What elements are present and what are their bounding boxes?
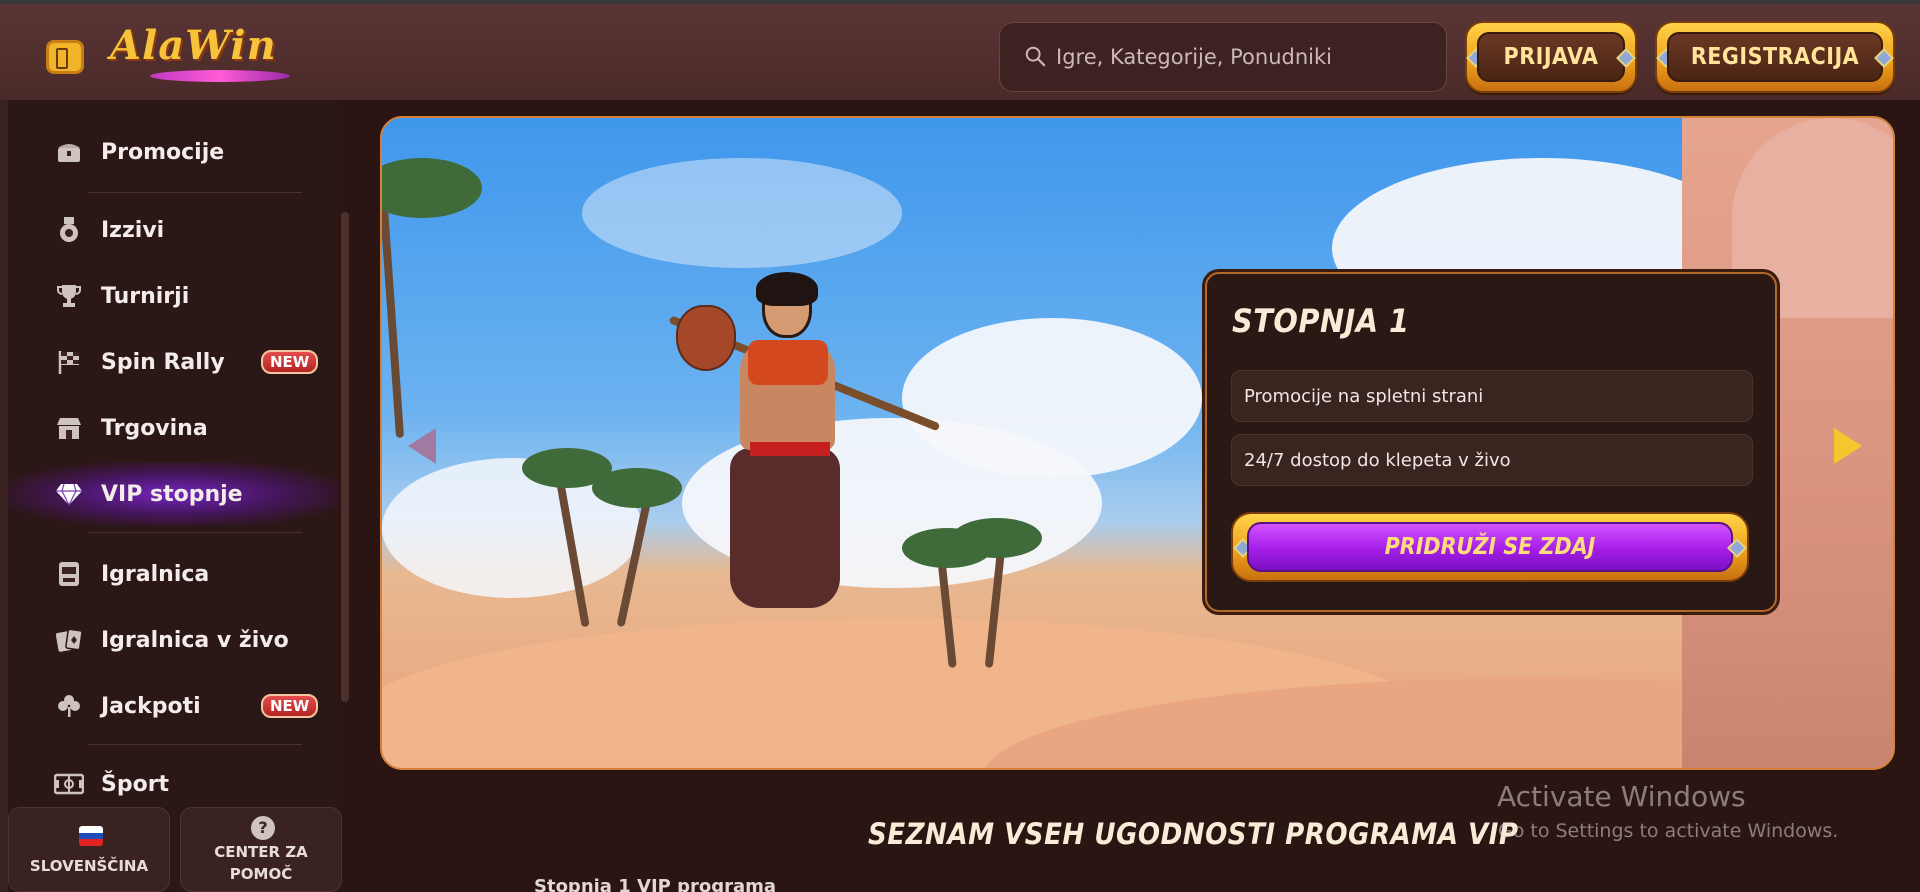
- divider: [88, 744, 302, 745]
- carousel-next-arrow-icon[interactable]: [1834, 428, 1862, 464]
- search-box[interactable]: [999, 22, 1447, 92]
- sidebar-item-shop[interactable]: Trgovina: [18, 400, 338, 456]
- racing-flag-icon: [54, 347, 84, 377]
- cards-icon: [54, 625, 84, 655]
- language-selector[interactable]: SLOVENŠČINA: [8, 807, 170, 892]
- search-input[interactable]: [1056, 23, 1436, 91]
- sidebar-item-label: Igralnica: [101, 561, 210, 587]
- sidebar-item-challenges[interactable]: Izzivi: [18, 202, 338, 258]
- login-button[interactable]: PRIJAVA: [1465, 21, 1637, 93]
- logo[interactable]: AlaWin: [110, 22, 290, 84]
- search-icon: [1025, 46, 1046, 67]
- sidebar-item-live-casino[interactable]: Igralnica v živo: [18, 612, 338, 668]
- clover-icon: [54, 691, 84, 721]
- login-label: PRIJAVA: [1477, 32, 1625, 82]
- cloud: [582, 158, 902, 268]
- character-belt: [750, 442, 830, 456]
- join-now-button[interactable]: PRIDRUŽI SE ZDAJ: [1231, 512, 1749, 582]
- windows-watermark-title: Activate Windows: [1497, 780, 1746, 813]
- sidebar: Promocije Izzivi Turnirji Spin Rally NEW…: [8, 100, 338, 892]
- sidebar-item-vip-levels[interactable]: VIP stopnje: [8, 462, 338, 526]
- shop-icon: [54, 413, 84, 443]
- divider: [88, 192, 302, 193]
- trophy-icon: [54, 281, 84, 311]
- sidebar-item-label: Trgovina: [101, 415, 208, 441]
- character-pants: [730, 448, 840, 608]
- benefit-item: Promocije na spletni strani: [1231, 370, 1753, 422]
- help-icon: ?: [251, 816, 275, 840]
- new-badge: NEW: [261, 350, 319, 374]
- level-title: STOPNJA 1: [1232, 302, 1410, 340]
- new-badge: NEW: [261, 694, 319, 718]
- register-label: REGISTRACIJA: [1667, 32, 1883, 82]
- logo-swoosh: [150, 70, 290, 82]
- vip-level-card: STOPNJA 1 Promocije na spletni strani 24…: [1205, 272, 1777, 612]
- slot-machine-icon: [54, 559, 84, 589]
- sidebar-item-casino[interactable]: Igralnica: [18, 546, 338, 602]
- character-hair: [756, 272, 818, 306]
- divider: [88, 532, 302, 533]
- treasure-chest-icon: [54, 137, 84, 167]
- sidebar-item-label: Izzivi: [101, 217, 165, 243]
- sidebar-item-label: VIP stopnje: [101, 481, 243, 507]
- windows-watermark-subtitle: Go to Settings to activate Windows.: [1498, 820, 1839, 842]
- carousel-prev-arrow-icon[interactable]: [408, 428, 436, 464]
- palm-leaves: [592, 468, 682, 508]
- sidebar-item-jackpots[interactable]: Jackpoti NEW: [18, 678, 338, 734]
- slovenia-flag-icon: [79, 826, 103, 846]
- header: AlaWin PRIJAVA REGISTRACIJA: [0, 0, 1920, 100]
- help-label-line1: CENTER ZA: [214, 843, 308, 861]
- sidebar-item-label: Šport: [101, 771, 170, 797]
- palm-leaves: [382, 158, 482, 218]
- diamond-icon: [54, 479, 84, 509]
- sidebar-item-label: Jackpoti: [101, 693, 201, 719]
- character-vest: [748, 340, 828, 385]
- join-now-label: PRIDRUŽI SE ZDAJ: [1247, 522, 1733, 572]
- sidebar-item-label: Igralnica v živo: [101, 627, 289, 653]
- logo-text: AlaWin: [110, 22, 277, 69]
- sports-field-icon: [54, 769, 84, 799]
- sidebar-item-tournaments[interactable]: Turnirji: [18, 268, 338, 324]
- language-label: SLOVENŠČINA: [29, 857, 149, 875]
- palm-leaves: [952, 518, 1042, 558]
- section-title: SEZNAM VSEH UGODNOSTI PROGRAMA VIP: [868, 817, 1519, 851]
- benefit-item: 24/7 dostop do klepeta v živo: [1231, 434, 1753, 486]
- sidebar-item-sport[interactable]: Šport: [18, 756, 338, 812]
- help-center-button[interactable]: ? CENTER ZA POMOČ: [180, 807, 342, 892]
- sidebar-item-label: Spin Rally: [101, 349, 225, 375]
- sidebar-scrollbar[interactable]: [341, 212, 349, 702]
- section-subtitle: Stopnja 1 VIP programa: [534, 876, 777, 892]
- sack: [676, 305, 736, 371]
- medal-icon: [54, 215, 84, 245]
- palm-tree: [382, 178, 405, 438]
- sidebar-item-spin-rally[interactable]: Spin Rally NEW: [18, 334, 338, 390]
- sidebar-toggle-button[interactable]: [46, 40, 84, 74]
- sidebar-item-label: Turnirji: [101, 283, 190, 309]
- sidebar-item-promotions[interactable]: Promocije: [18, 124, 338, 180]
- sidebar-item-label: Promocije: [101, 139, 225, 165]
- help-label-line2: POMOČ: [229, 865, 293, 883]
- register-button[interactable]: REGISTRACIJA: [1655, 21, 1895, 93]
